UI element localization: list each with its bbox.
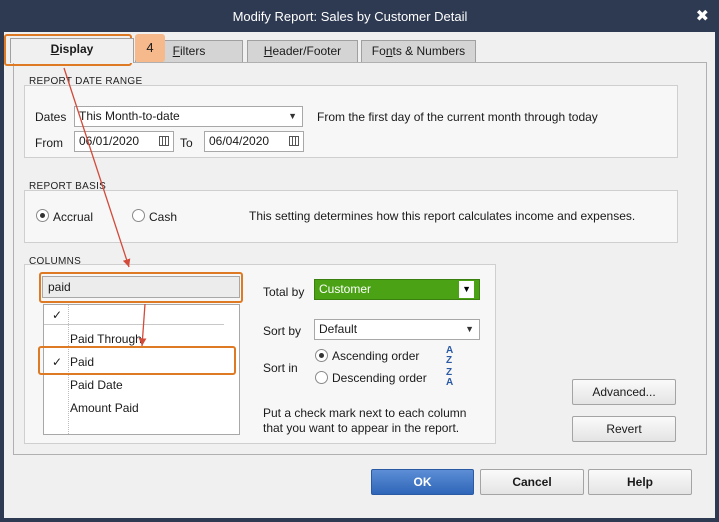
cash-label[interactable]: Cash (149, 210, 177, 224)
dates-dropdown[interactable]: This Month-to-date ▼ (74, 106, 303, 127)
report-basis-description: This setting determines how this report … (249, 209, 636, 223)
help-button[interactable]: Help (588, 469, 692, 495)
from-date-value: 06/01/2020 (79, 134, 140, 148)
total-by-dropdown[interactable]: Customer ▼ (314, 279, 480, 300)
column-search-input[interactable]: paid (42, 276, 240, 298)
title-bar: Modify Report: Sales by Customer Detail … (0, 0, 719, 32)
revert-button[interactable]: Revert (572, 416, 676, 442)
chevron-down-icon: ▼ (459, 281, 474, 298)
calendar-icon[interactable] (289, 136, 299, 146)
dates-description: From the first day of the current month … (317, 110, 598, 124)
check-icon[interactable]: ✓ (50, 352, 64, 372)
to-label: To (180, 136, 193, 150)
total-by-value: Customer (319, 282, 372, 296)
sort-by-dropdown[interactable]: Default ▼ (314, 319, 480, 340)
window-title: Modify Report: Sales by Customer Detail (232, 9, 468, 24)
list-item-label: Paid Date (70, 378, 123, 392)
cancel-button[interactable]: Cancel (480, 469, 584, 495)
tab-filters-label: ilters (180, 44, 206, 58)
modify-report-window: Modify Report: Sales by Customer Detail … (0, 0, 719, 522)
from-label: From (35, 136, 63, 150)
descending-order-radio[interactable] (315, 371, 328, 384)
dates-value: This Month-to-date (79, 109, 180, 123)
tab-header-footer[interactable]: Header/Footer (247, 40, 358, 62)
sort-ascending-icon: AZ (446, 345, 454, 366)
columns-listbox[interactable]: ✓ Paid Through ✓ Paid Paid Date Amount P… (43, 304, 240, 435)
advanced-button[interactable]: Advanced... (572, 379, 676, 405)
tab-filters-mnemonic: F (172, 44, 180, 58)
step-number-badge: 4 (135, 34, 165, 62)
tab-fonts-numbers-mnemonic: n (385, 44, 393, 58)
accrual-label[interactable]: Accrual (53, 210, 93, 224)
list-item-label: Paid (70, 355, 95, 369)
list-item-label: Amount Paid (70, 401, 139, 415)
ok-button[interactable]: OK (371, 469, 474, 495)
tab-display-mnemonic: D (50, 42, 60, 56)
header-check-icon: ✓ (51, 308, 63, 322)
list-item-paid[interactable]: ✓ Paid (44, 352, 239, 372)
calendar-icon[interactable] (159, 136, 169, 146)
to-date-field[interactable]: 06/04/2020 (204, 131, 304, 152)
list-item-amount-paid[interactable]: Amount Paid (44, 398, 239, 418)
close-icon[interactable]: ✖ (696, 6, 709, 26)
tab-fonts-numbers-prefix: Fo (371, 44, 386, 58)
total-by-label: Total by (263, 285, 305, 299)
sort-in-label: Sort in (263, 361, 298, 375)
tab-display[interactable]: Display (10, 38, 134, 63)
list-item-label: Paid Through (70, 332, 142, 346)
tab-fonts-numbers[interactable]: Fonts & Numbers (361, 40, 476, 62)
ascending-order-radio[interactable] (315, 349, 328, 362)
chevron-down-icon: ▼ (288, 111, 297, 121)
columns-hint: Put a check mark next to each column tha… (263, 406, 467, 435)
descending-order-label[interactable]: Descending order (332, 371, 427, 385)
columns-list-header: ✓ (44, 305, 224, 325)
accrual-radio[interactable] (36, 209, 49, 222)
to-date-value: 06/04/2020 (209, 134, 270, 148)
tab-display-label: isplay (59, 42, 94, 56)
chevron-down-icon: ▼ (465, 324, 474, 334)
tab-fonts-numbers-label: ts & Numbers (392, 44, 466, 58)
sort-by-label: Sort by (263, 324, 302, 338)
dates-label: Dates (35, 110, 66, 124)
list-item-paid-through[interactable]: Paid Through (44, 329, 239, 349)
sort-descending-icon: ZA (446, 367, 454, 388)
from-date-field[interactable]: 06/01/2020 (74, 131, 174, 152)
cash-radio[interactable] (132, 209, 145, 222)
tab-header-footer-label: eader/Footer (272, 44, 342, 58)
sort-by-value: Default (319, 322, 358, 336)
list-item-paid-date[interactable]: Paid Date (44, 375, 239, 395)
ascending-order-label[interactable]: Ascending order (332, 349, 419, 363)
dates-label-text: Dates (35, 110, 67, 124)
dialog-body: Display Filters Header/Footer Fonts & Nu… (4, 32, 715, 518)
